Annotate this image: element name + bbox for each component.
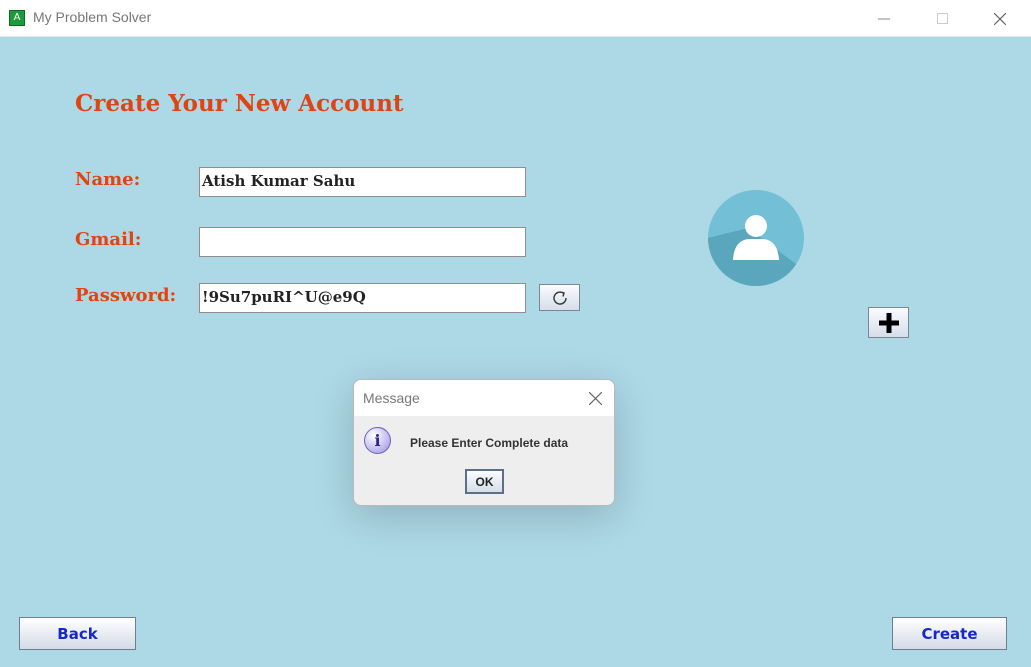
avatar xyxy=(708,190,804,286)
info-icon: i xyxy=(364,427,391,454)
add-photo-button[interactable] xyxy=(868,307,909,338)
dialog-title: Message xyxy=(363,390,420,406)
maximize-button[interactable] xyxy=(913,0,971,37)
plus-icon xyxy=(878,312,899,333)
main-panel: Create Your New Account Name: Atish Kuma… xyxy=(0,37,1031,667)
user-avatar-icon xyxy=(708,215,804,286)
password-label: Password: xyxy=(75,285,177,306)
ok-button[interactable]: OK xyxy=(465,469,504,494)
app-icon: A xyxy=(9,10,25,26)
refresh-password-button[interactable] xyxy=(539,284,580,311)
back-button[interactable]: Back xyxy=(19,617,136,650)
message-dialog: Message i Please Enter Complete data OK xyxy=(353,379,615,506)
dialog-message: Please Enter Complete data xyxy=(410,436,569,450)
close-window-button[interactable] xyxy=(971,0,1029,37)
close-icon xyxy=(994,12,1006,25)
window-titlebar: A My Problem Solver xyxy=(0,0,1031,37)
dialog-titlebar: Message xyxy=(354,380,614,416)
gmail-label: Gmail: xyxy=(75,229,142,250)
maximize-icon xyxy=(936,13,948,24)
window-title: My Problem Solver xyxy=(33,9,152,25)
password-field[interactable]: !9Su7puRI^U@e9Q xyxy=(199,283,526,313)
name-label: Name: xyxy=(75,169,141,190)
minimize-button[interactable] xyxy=(855,0,913,37)
refresh-icon xyxy=(552,290,567,305)
create-button[interactable]: Create xyxy=(892,617,1007,650)
minimize-icon xyxy=(878,18,890,19)
name-field[interactable]: Atish Kumar Sahu xyxy=(199,167,526,197)
close-icon xyxy=(588,391,603,406)
page-title: Create Your New Account xyxy=(75,90,404,117)
gmail-field[interactable] xyxy=(199,227,526,257)
dialog-close-button[interactable] xyxy=(588,390,603,409)
